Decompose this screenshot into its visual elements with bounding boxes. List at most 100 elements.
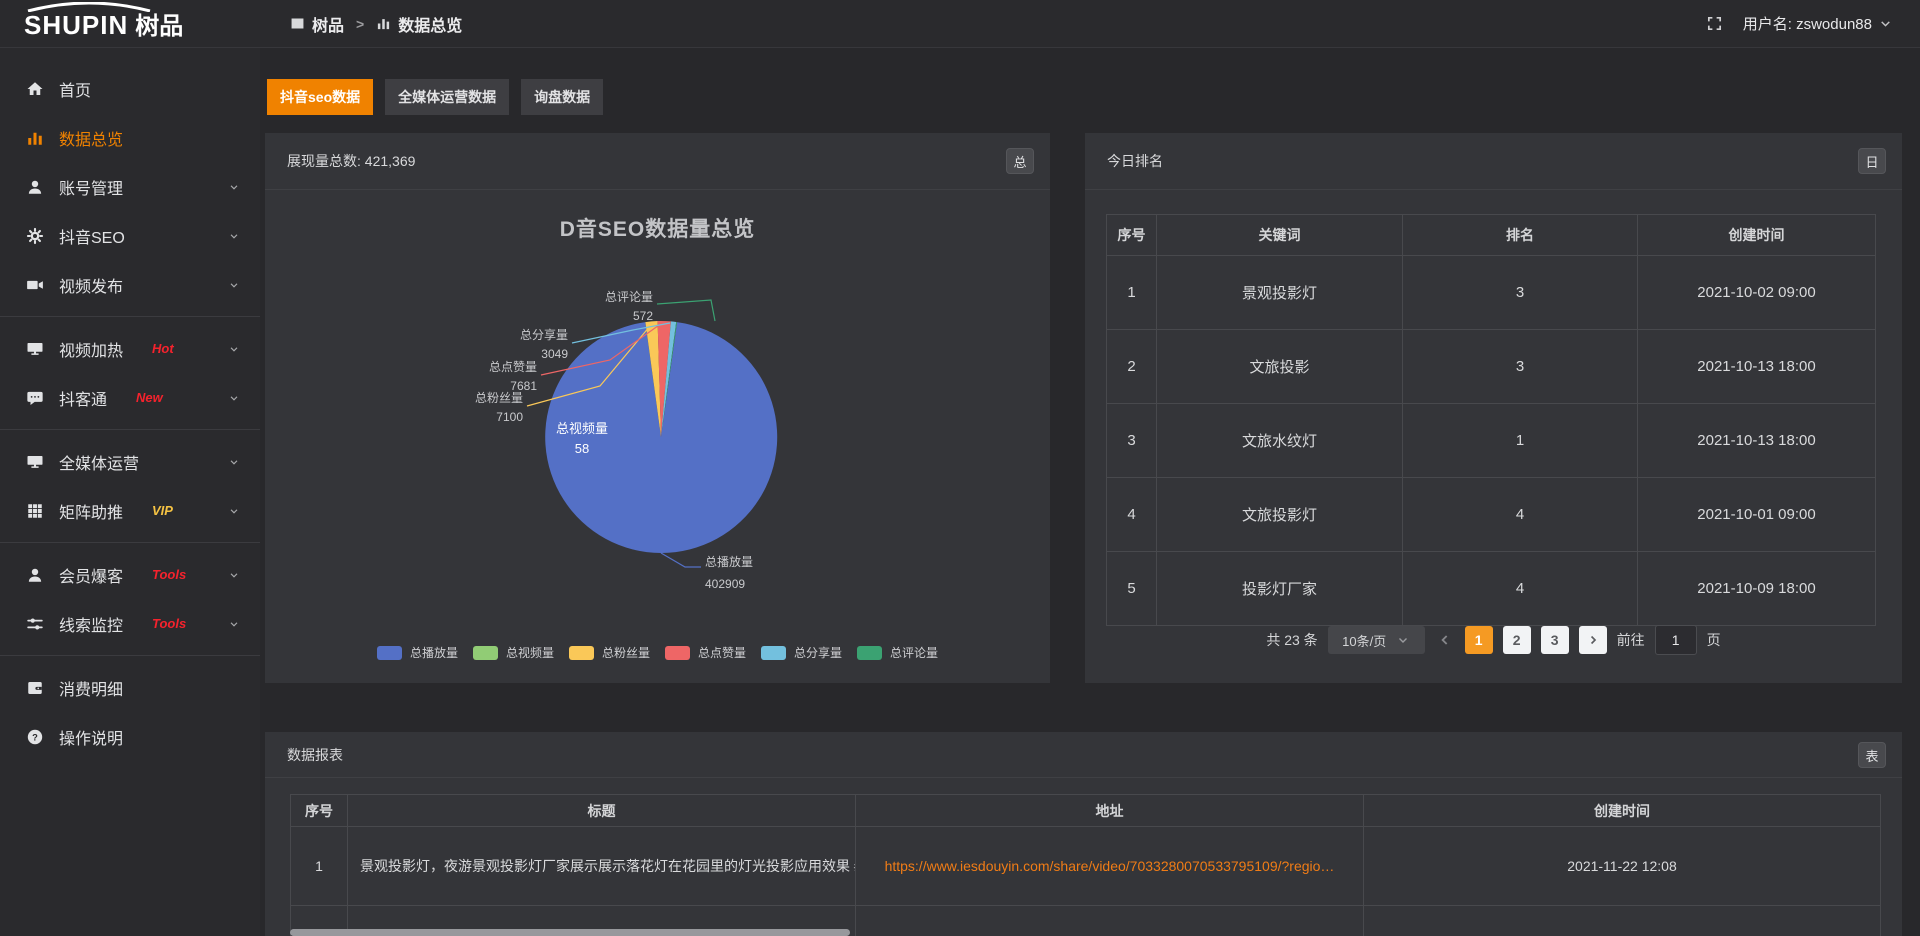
legend-swatch — [857, 646, 882, 660]
chevron-down-icon — [228, 392, 240, 404]
logo-text-en: SHUPIN — [24, 10, 128, 40]
goto-suffix: 页 — [1707, 630, 1721, 650]
table-view-button[interactable]: 表 — [1858, 742, 1886, 768]
ranking-column-header: 排名 — [1403, 215, 1638, 256]
table-cell: 4 — [1403, 478, 1638, 552]
table-cell: 1 — [1107, 256, 1157, 330]
tab-3[interactable]: 询盘数据 — [521, 79, 603, 115]
sidebar-item-label: 视频加热 — [59, 337, 123, 361]
report-panel: 数据报表 表 序号标题地址创建时间1景观投影灯，夜游景观投影灯厂家展示展示落花灯… — [265, 732, 1902, 936]
bar-chart-icon — [26, 129, 44, 147]
sidebar-item-label: 首页 — [59, 77, 91, 101]
table-row[interactable]: 1景观投影灯32021-10-02 09:00 — [1107, 256, 1876, 330]
page-size-select[interactable]: 10条/页 — [1328, 626, 1425, 654]
legend-item-1[interactable]: 总视频量 — [473, 644, 554, 661]
breadcrumb-item-current[interactable]: 数据总览 — [376, 12, 462, 36]
report-column-header: 地址 — [856, 795, 1364, 827]
legend-item-2[interactable]: 总粉丝量 — [569, 644, 650, 661]
sidebar-item-badge: Tools — [152, 616, 186, 631]
table-row[interactable]: 4文旅投影灯42021-10-01 09:00 — [1107, 478, 1876, 552]
chevron-down-icon — [228, 343, 240, 355]
page-button-2[interactable]: 2 — [1503, 626, 1531, 654]
sidebar-item-member-burst[interactable]: 会员爆客Tools — [0, 550, 260, 599]
report-row-link[interactable]: https://www.iesdouyin.com/share/video/70… — [856, 827, 1364, 906]
legend-item-0[interactable]: 总播放量 — [377, 644, 458, 661]
legend-item-4[interactable]: 总分享量 — [761, 644, 842, 661]
sidebar-item-label: 线索监控 — [59, 612, 123, 636]
sidebar-item-operation-guide[interactable]: ?操作说明 — [0, 712, 260, 761]
ranking-column-header: 创建时间 — [1638, 215, 1876, 256]
table-row[interactable]: 2文旅投影32021-10-13 18:00 — [1107, 330, 1876, 404]
horizontal-scrollbar[interactable] — [290, 929, 850, 936]
legend-item-3[interactable]: 总点赞量 — [665, 644, 746, 661]
next-page-button[interactable] — [1579, 626, 1607, 654]
sliders-icon — [26, 615, 44, 633]
prev-page-button[interactable] — [1437, 632, 1453, 648]
legend-swatch — [665, 646, 690, 660]
total-view-button[interactable]: 总 — [1006, 148, 1034, 174]
report-column-header: 序号 — [291, 795, 348, 827]
pie-label-value: 402909 — [705, 577, 745, 591]
table-cell: 4 — [1107, 478, 1157, 552]
sidebar-item-media-operation[interactable]: 全媒体运营 — [0, 437, 260, 486]
fullscreen-icon[interactable] — [1706, 15, 1723, 32]
sidebar-item-clue-monitor[interactable]: 线索监控 Tools — [0, 599, 260, 648]
sidebar-item-label: 消费明细 — [59, 676, 123, 700]
tab-2[interactable]: 全媒体运营数据 — [385, 79, 509, 115]
table-cell: 4 — [1403, 552, 1638, 626]
chevron-down-icon — [228, 230, 240, 242]
breadcrumb-item-root[interactable]: 树品 — [290, 12, 344, 36]
legend-item-5[interactable]: 总评论量 — [857, 644, 938, 661]
pie-label-value: 7681 — [510, 379, 537, 393]
sidebar-item-badge: Hot — [152, 341, 174, 356]
sidebar-divider — [0, 542, 260, 543]
table-cell: 2 — [1107, 330, 1157, 404]
daily-view-button[interactable]: 日 — [1858, 148, 1886, 174]
sidebar-item-label: 抖音SEO — [59, 224, 125, 248]
report-column-header: 标题 — [348, 795, 856, 827]
sidebar-divider — [0, 429, 260, 430]
pie-label-name: 总分享量 — [520, 327, 568, 342]
legend-swatch — [761, 646, 786, 660]
sidebar-item-douyin-seo[interactable]: 抖音SEO — [0, 211, 260, 260]
report-title: 数据报表 — [287, 745, 343, 765]
table-cell: 2021-10-02 09:00 — [1638, 256, 1876, 330]
chart-legend: 总播放量总视频量总粉丝量总点赞量 总分享量总评论量 — [265, 644, 1050, 661]
sidebar: 首页数据总览账号管理抖音SEO视频发布视频加热Hot抖客通New全媒体运营矩阵助… — [0, 48, 260, 936]
goto-page-input[interactable] — [1655, 625, 1697, 655]
table-cell: 景观投影灯 — [1157, 256, 1403, 330]
sidebar-item-video-heat[interactable]: 视频加热 Hot — [0, 324, 260, 373]
legend-swatch — [377, 646, 402, 660]
legend-label: 总分享量 — [794, 644, 842, 661]
sidebar-item-douketong[interactable]: 抖客通New — [0, 373, 260, 422]
sidebar-item-badge: New — [136, 390, 163, 405]
sidebar-item-data-overview[interactable]: 数据总览 — [0, 113, 260, 162]
chevron-down-icon — [1396, 633, 1410, 647]
pie-label-value: 3049 — [541, 347, 568, 361]
gear-icon — [26, 227, 44, 245]
report-row-title: 景观投影灯，夜游景观投影灯厂家展示展示落花灯在花园里的灯光投影应用效果 # — [348, 827, 856, 906]
sidebar-item-label: 矩阵助推 — [59, 499, 123, 523]
tab-1[interactable]: 抖音seo数据 — [267, 79, 373, 115]
sidebar-item-account-management[interactable]: 账号管理 — [0, 162, 260, 211]
sidebar-item-label: 视频发布 — [59, 273, 123, 297]
table-row[interactable]: 5投影灯厂家42021-10-09 18:00 — [1107, 552, 1876, 626]
table-row[interactable]: 1景观投影灯，夜游景观投影灯厂家展示展示落花灯在花园里的灯光投影应用效果 #ht… — [291, 827, 1881, 906]
sidebar-item-matrix-boost[interactable]: 矩阵助推VIP — [0, 486, 260, 535]
overview-panel: 展现量总数: 421,369 总 D音SEO数据量总览 总播放量402909总视… — [265, 133, 1050, 683]
sidebar-item-label: 数据总览 — [59, 126, 123, 150]
user-menu[interactable]: 用户名: zswodun88 — [1743, 13, 1892, 34]
sidebar-item-home[interactable]: 首页 — [0, 64, 260, 113]
sidebar-item-label: 账号管理 — [59, 175, 123, 199]
page-button-1[interactable]: 1 — [1465, 626, 1493, 654]
sidebar-item-video-publish[interactable]: 视频发布 — [0, 260, 260, 309]
ranking-panel-header: 今日排名 — [1085, 133, 1902, 190]
sidebar-item-consume-detail[interactable]: 消费明细 — [0, 663, 260, 712]
breadcrumb-label: 数据总览 — [398, 12, 462, 36]
table-row[interactable]: 3文旅水纹灯12021-10-13 18:00 — [1107, 404, 1876, 478]
report-row-time: 2021-11-22 12:08 — [1364, 827, 1881, 906]
report-column-header: 创建时间 — [1364, 795, 1881, 827]
impressions-total-label: 展现量总数: 421,369 — [287, 151, 415, 171]
page-button-3[interactable]: 3 — [1541, 626, 1569, 654]
topbar-right: 用户名: zswodun88 — [1706, 13, 1920, 34]
